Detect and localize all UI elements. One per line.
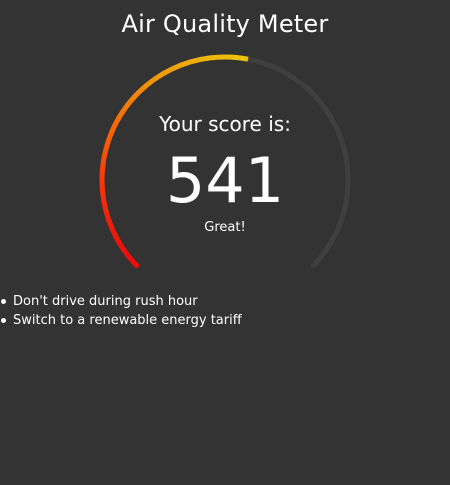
score-rating: Great!	[204, 220, 246, 235]
bullet-icon	[1, 318, 6, 323]
tip-item: Switch to a renewable energy tariff	[0, 311, 242, 330]
score-value: 541	[165, 144, 285, 217]
tips-list: Don't drive during rush hour Switch to a…	[0, 292, 242, 330]
air-quality-page: Air Quality Meter Your score is: 541 Gre…	[0, 0, 450, 485]
score-label: Your score is:	[159, 112, 291, 136]
tip-item: Don't drive during rush hour	[0, 292, 242, 311]
bullet-icon	[1, 299, 6, 304]
tip-text: Switch to a renewable energy tariff	[13, 313, 242, 328]
tip-text: Don't drive during rush hour	[13, 294, 198, 309]
